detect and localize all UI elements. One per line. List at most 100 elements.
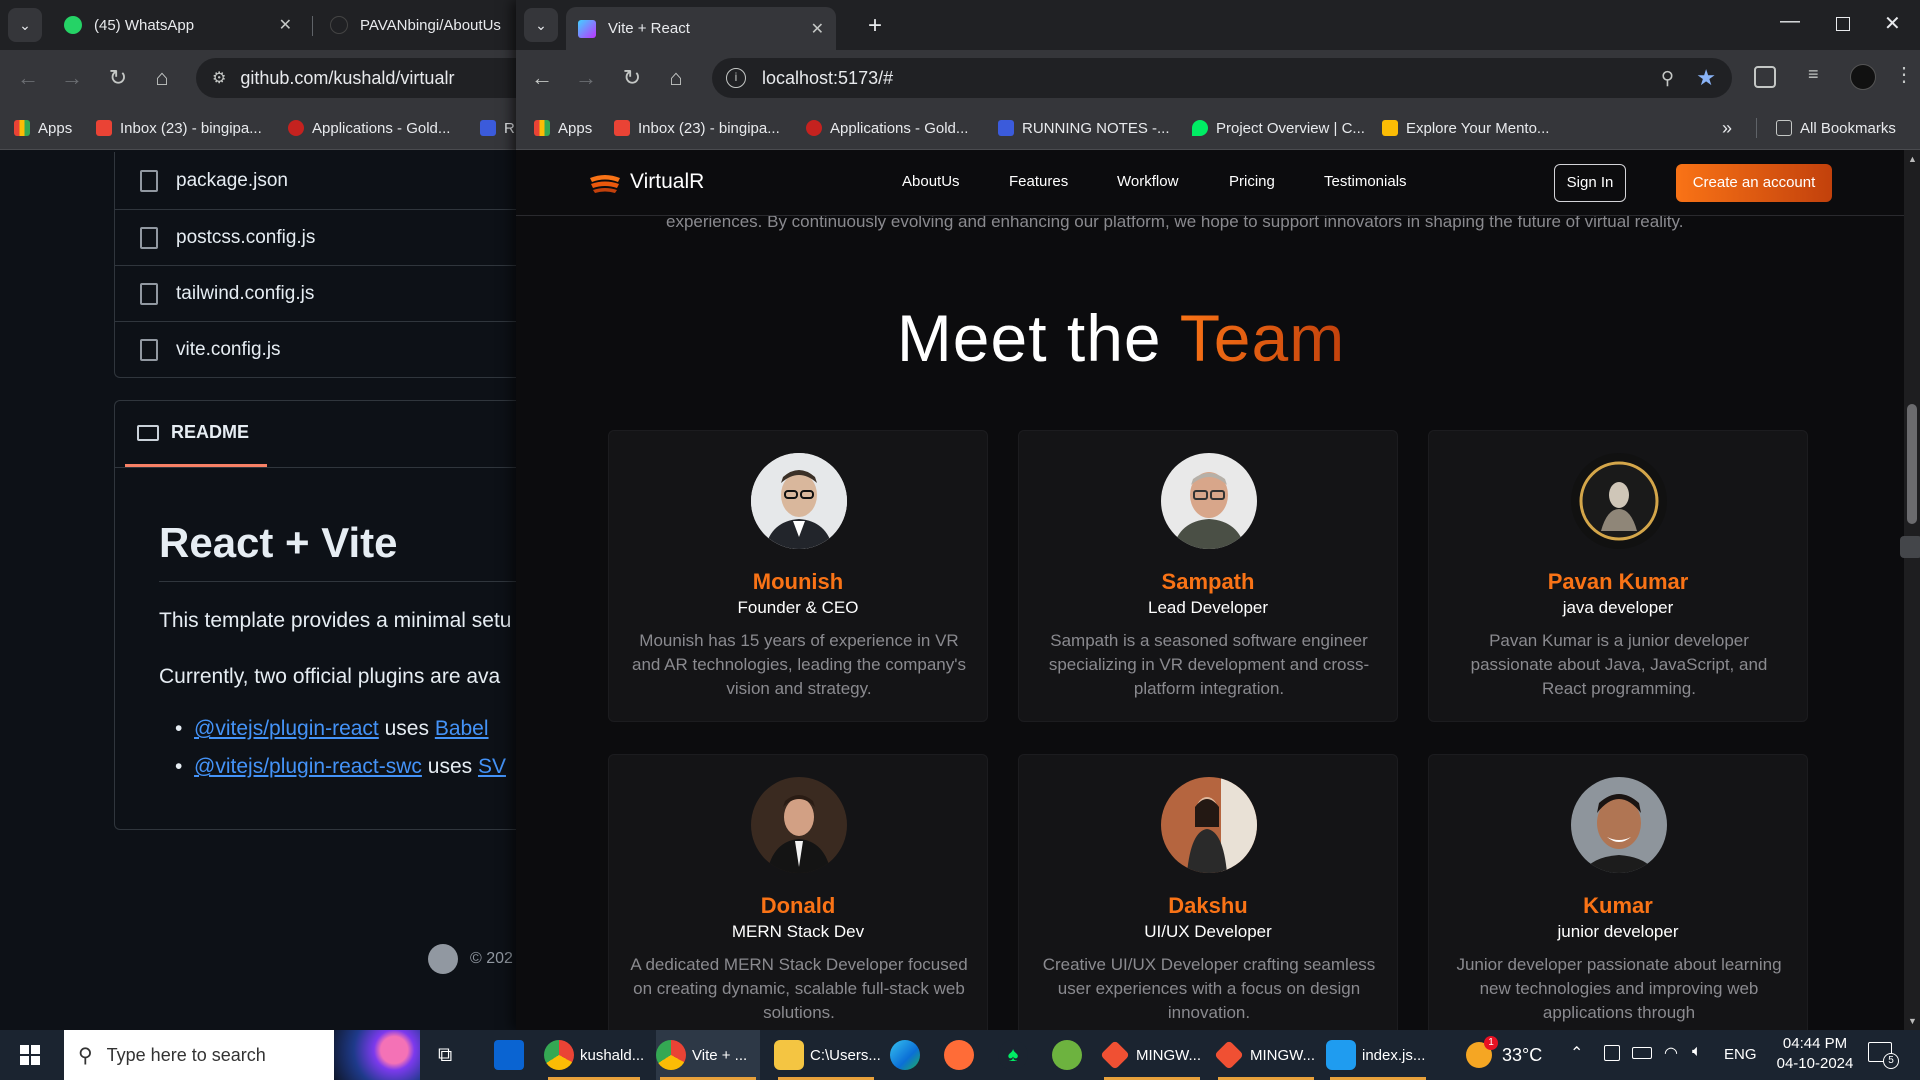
- front-address-bar[interactable]: i localhost:5173/# ⚲ ★: [712, 58, 1732, 98]
- meet-now-icon[interactable]: [1604, 1045, 1620, 1061]
- bookmark-running-notes[interactable]: R: [480, 113, 515, 143]
- readme-tab[interactable]: README: [125, 401, 267, 467]
- team-card: Mounish Founder & CEO Mounish has 15 yea…: [608, 430, 988, 722]
- all-bookmarks[interactable]: All Bookmarks: [1776, 113, 1896, 143]
- plugin-react-link[interactable]: @vitejs/plugin-react: [194, 717, 379, 740]
- extensions-icon[interactable]: [1754, 66, 1776, 88]
- nav-testimonials[interactable]: Testimonials: [1324, 173, 1407, 190]
- edge-icon[interactable]: [890, 1040, 920, 1070]
- tab-search-button[interactable]: ⌄: [524, 8, 558, 42]
- side-widget-icon[interactable]: [1900, 536, 1920, 558]
- file-row[interactable]: package.json: [114, 153, 520, 209]
- bookmark-gmail[interactable]: Inbox (23) - bingipa...: [614, 113, 780, 143]
- footer-github-logo[interactable]: [428, 944, 458, 974]
- bookmark-label: Inbox (23) - bingipa...: [638, 119, 780, 137]
- bookmark-star-icon[interactable]: ★: [1696, 65, 1716, 91]
- chrome-menu-icon[interactable]: ⋮: [1894, 62, 1914, 87]
- home-icon[interactable]: ⌂: [664, 66, 688, 90]
- nav-workflow[interactable]: Workflow: [1117, 173, 1178, 190]
- bookmark-apps[interactable]: Apps: [14, 113, 72, 143]
- bookmark-running-notes[interactable]: RUNNING NOTES -...: [998, 113, 1170, 143]
- nav-aboutus[interactable]: AboutUs: [902, 173, 960, 190]
- tab-vite-react[interactable]: Vite + React ✕: [566, 7, 836, 50]
- task-view-icon[interactable]: ⧉: [438, 1044, 452, 1067]
- scroll-down-arrow[interactable]: ▼: [1908, 1016, 1917, 1026]
- taskbar-search-box[interactable]: ⚲ Type here to search: [64, 1030, 420, 1080]
- show-hidden-icons[interactable]: ⌃: [1570, 1043, 1583, 1063]
- scrollbar-thumb[interactable]: [1907, 404, 1917, 524]
- nav-pricing[interactable]: Pricing: [1229, 173, 1275, 190]
- brand-name[interactable]: VirtualR: [630, 170, 704, 194]
- battery-icon[interactable]: [1632, 1047, 1652, 1059]
- notification-center-icon[interactable]: 5: [1868, 1042, 1899, 1069]
- minimize-icon[interactable]: —: [1780, 10, 1800, 33]
- profile-avatar[interactable]: [1850, 64, 1876, 90]
- close-icon[interactable]: ✕: [811, 19, 824, 39]
- postman-icon[interactable]: [944, 1040, 974, 1070]
- scroll-up-arrow[interactable]: ▲: [1908, 154, 1917, 164]
- create-account-button[interactable]: Create an account: [1676, 164, 1832, 202]
- forward-arrow-icon[interactable]: →: [574, 66, 598, 90]
- file-row[interactable]: vite.config.js: [114, 321, 520, 377]
- windows-start-icon[interactable]: [20, 1045, 40, 1065]
- file-row[interactable]: tailwind.config.js: [114, 265, 520, 321]
- store-icon[interactable]: [494, 1040, 524, 1070]
- sign-in-button[interactable]: Sign In: [1554, 164, 1626, 202]
- tab-search-button[interactable]: ⌄: [8, 8, 42, 42]
- back-address-bar[interactable]: ⚙ github.com/kushald/virtualr: [196, 58, 520, 98]
- media-controls-icon[interactable]: ≡: [1808, 64, 1819, 85]
- bookmark-project-overview[interactable]: Project Overview | C...: [1192, 113, 1365, 143]
- mongodb-icon[interactable]: ♠: [998, 1040, 1028, 1070]
- spring-icon[interactable]: [1052, 1040, 1082, 1070]
- back-toolbar: ← → ↻ ⌂ ⚙ github.com/kushald/virtualr: [0, 50, 520, 106]
- file-name[interactable]: tailwind.config.js: [176, 283, 314, 305]
- reload-icon[interactable]: ↻: [620, 66, 644, 90]
- more-bookmarks-icon[interactable]: »: [1722, 113, 1732, 143]
- file-name[interactable]: package.json: [176, 170, 288, 192]
- bookmark-gmail[interactable]: Inbox (23) - bingipa...: [96, 113, 262, 143]
- info-icon[interactable]: i: [726, 68, 746, 88]
- bookmark-explore-mentor[interactable]: Explore Your Mento...: [1382, 113, 1549, 143]
- babel-link[interactable]: Babel: [435, 717, 489, 740]
- new-tab-icon[interactable]: +: [868, 12, 882, 40]
- volume-icon[interactable]: 🔈︎: [1692, 1043, 1702, 1061]
- site-settings-icon[interactable]: ⚙: [212, 68, 226, 88]
- taskbar-mingw-1[interactable]: MINGW...: [1100, 1030, 1204, 1080]
- nav-features[interactable]: Features: [1009, 173, 1068, 190]
- bookmark-applications[interactable]: Applications - Gold...: [806, 113, 968, 143]
- back-arrow-icon[interactable]: ←: [530, 66, 554, 90]
- tab-github-aboutus[interactable]: PAVANbingi/AboutUs: [318, 8, 518, 42]
- home-icon[interactable]: ⌂: [150, 66, 174, 90]
- taskbar-chrome-github[interactable]: kushald...: [544, 1030, 644, 1080]
- book-icon: [137, 424, 159, 441]
- close-window-icon[interactable]: ✕: [1884, 11, 1901, 36]
- weather-widget[interactable]: 1 33°C: [1466, 1030, 1542, 1080]
- taskbar-vscode[interactable]: index.js...: [1326, 1030, 1430, 1080]
- github-icon: [330, 16, 348, 34]
- tab-label: (45) WhatsApp: [94, 16, 195, 34]
- taskbar-explorer[interactable]: C:\Users...: [774, 1030, 881, 1080]
- reload-icon[interactable]: ↻: [106, 66, 130, 90]
- member-role: MERN Stack Dev: [731, 922, 865, 941]
- tab-whatsapp[interactable]: (45) WhatsApp ✕: [52, 8, 304, 42]
- plugin-react-swc-link[interactable]: @vitejs/plugin-react-swc: [194, 755, 422, 778]
- page-scrollbar[interactable]: ▲ ▼: [1904, 150, 1920, 1030]
- taskbar-chrome-vite[interactable]: Vite + ...: [656, 1030, 760, 1080]
- language-indicator[interactable]: ENG: [1724, 1046, 1757, 1063]
- file-row[interactable]: postcss.config.js: [114, 209, 520, 265]
- file-name[interactable]: vite.config.js: [176, 339, 281, 361]
- file-name[interactable]: postcss.config.js: [176, 227, 315, 249]
- swc-link[interactable]: SV: [478, 755, 506, 778]
- maximize-icon[interactable]: [1836, 17, 1850, 31]
- forward-arrow-icon[interactable]: →: [60, 66, 84, 90]
- wifi-icon[interactable]: ◠: [1664, 1043, 1678, 1063]
- close-icon[interactable]: ✕: [279, 15, 292, 35]
- bookmark-apps[interactable]: Apps: [534, 113, 592, 143]
- zoom-icon[interactable]: ⚲: [1661, 68, 1674, 89]
- back-arrow-icon[interactable]: ←: [16, 66, 40, 90]
- bookmark-applications[interactable]: Applications - Gold...: [288, 113, 450, 143]
- taskbar-app-label: MINGW...: [1136, 1046, 1201, 1064]
- clock[interactable]: 04:44 PM 04-10-2024: [1772, 1034, 1858, 1074]
- brand-logo-icon[interactable]: [588, 172, 622, 194]
- taskbar-mingw-2[interactable]: MINGW...: [1214, 1030, 1318, 1080]
